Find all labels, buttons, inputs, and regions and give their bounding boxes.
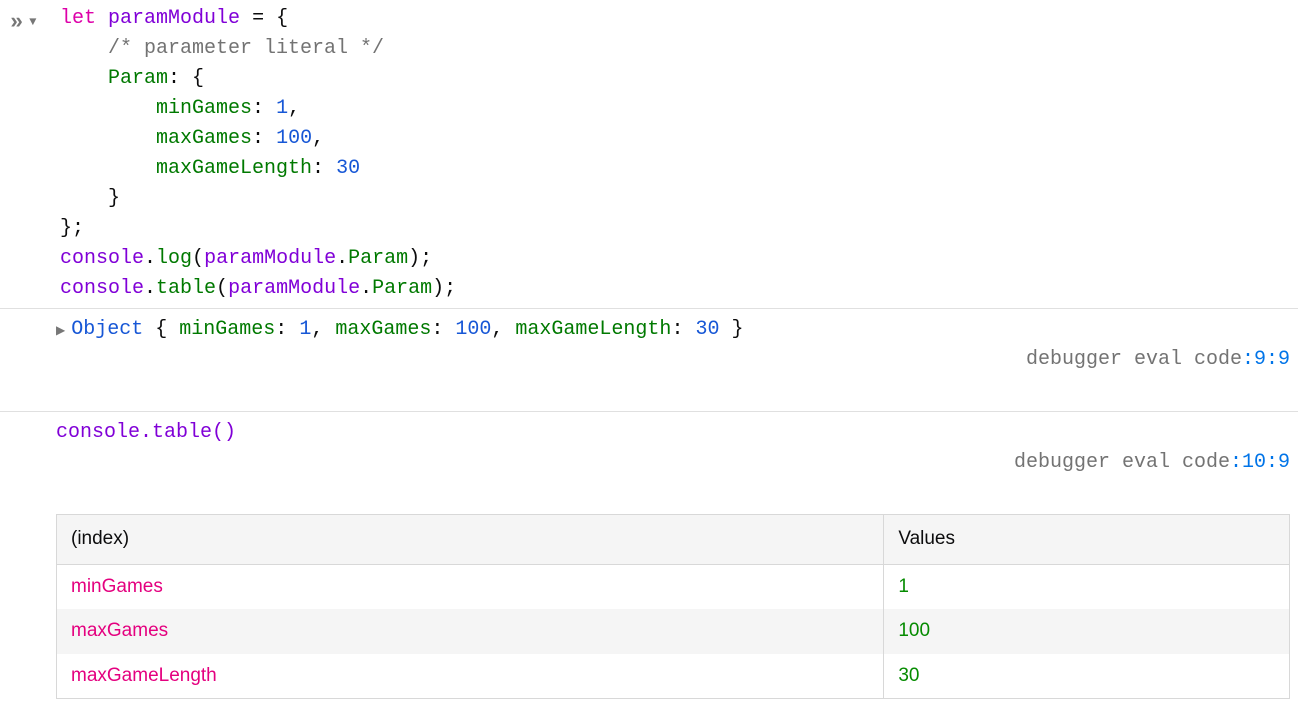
- table-source-link[interactable]: debugger eval code:10:9: [942, 418, 1290, 508]
- table-cell-index[interactable]: minGames: [57, 564, 884, 609]
- table-cell-value[interactable]: 30: [884, 654, 1290, 699]
- table-header-index[interactable]: (index): [57, 515, 884, 565]
- table-cell-index[interactable]: maxGameLength: [57, 654, 884, 699]
- console-log-output-row: ▶ Object { minGames: 1, maxGames: 100, m…: [0, 309, 1298, 412]
- log-source-file: debugger eval code: [1026, 348, 1242, 371]
- table-header-row: (index) Values: [57, 515, 1290, 565]
- table-row: maxGames100: [57, 609, 1290, 654]
- console-table-header: console.table() debugger eval code:10:9: [56, 418, 1290, 508]
- collapse-twisty-icon[interactable]: ▼: [25, 6, 36, 31]
- console-table-output: console.table() debugger eval code:10:9 …: [0, 412, 1298, 707]
- prompt-icon: »: [10, 6, 17, 39]
- table-header-values[interactable]: Values: [884, 515, 1290, 565]
- log-object-summary[interactable]: Object { minGames: 1, maxGames: 100, max…: [71, 315, 743, 345]
- console-table: (index) Values minGames1maxGames100maxGa…: [56, 514, 1290, 699]
- expand-object-icon[interactable]: ▶: [56, 315, 65, 340]
- table-source-file: debugger eval code: [1014, 451, 1230, 474]
- table-body: minGames1maxGames100maxGameLength30: [57, 564, 1290, 699]
- log-output-left: ▶ Object { minGames: 1, maxGames: 100, m…: [56, 315, 743, 345]
- table-source-location: :10:9: [1230, 451, 1290, 474]
- console-table-label: console.table(): [56, 418, 236, 448]
- console-input-row: » ▼ let paramModule = { /* parameter lit…: [0, 0, 1298, 309]
- log-source-location: :9:9: [1242, 348, 1290, 371]
- input-gutter: » ▼: [4, 4, 60, 39]
- table-cell-value[interactable]: 100: [884, 609, 1290, 654]
- table-cell-value[interactable]: 1: [884, 564, 1290, 609]
- table-row: maxGameLength30: [57, 654, 1290, 699]
- console-input-code[interactable]: let paramModule = { /* parameter literal…: [60, 4, 456, 304]
- table-row: minGames1: [57, 564, 1290, 609]
- log-source-link[interactable]: debugger eval code:9:9: [978, 315, 1290, 405]
- table-cell-index[interactable]: maxGames: [57, 609, 884, 654]
